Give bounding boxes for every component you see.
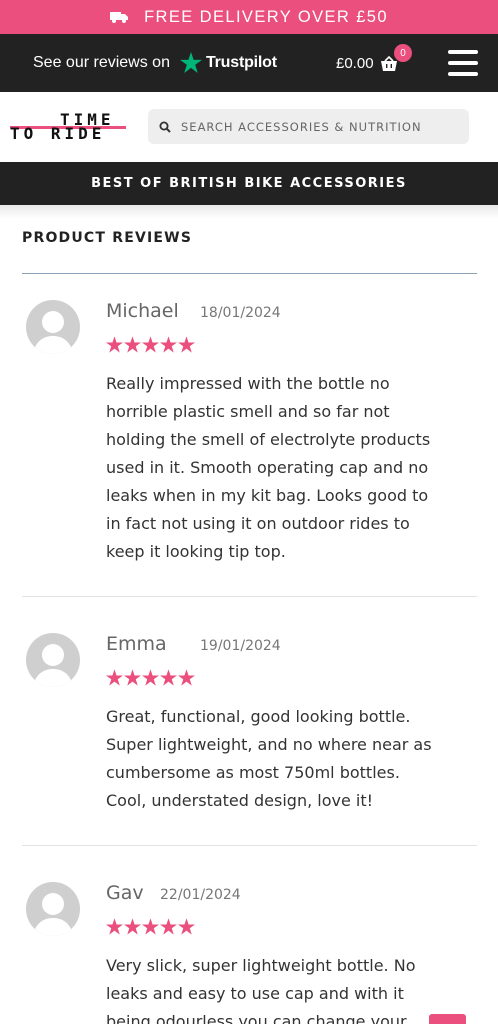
reviews-text: See our reviews on xyxy=(33,53,170,71)
promo-banner: FREE DELIVERY OVER £50 xyxy=(0,0,498,34)
review-text: Great, functional, good looking bottle. … xyxy=(106,703,466,815)
trustpilot-brand: Trustpilot xyxy=(205,53,277,71)
star-icon xyxy=(142,669,159,686)
trustpilot-link[interactable]: See our reviews on Trustpilot xyxy=(33,52,277,73)
promo-text: FREE DELIVERY OVER £50 xyxy=(144,7,388,26)
reviewer-name: Gav xyxy=(106,882,144,904)
review-line: Great, functional, good looking bottle. xyxy=(106,707,411,726)
review-date: 19/01/2024 xyxy=(200,638,281,654)
star-rating xyxy=(106,669,196,686)
review-text: Really impressed with the bottle no horr… xyxy=(106,370,466,566)
review-line: used in it. Smooth operating cap and no xyxy=(106,458,429,477)
star-icon xyxy=(178,669,195,686)
star-rating xyxy=(106,336,196,353)
cart-count-badge: 0 xyxy=(394,44,412,62)
search-input[interactable] xyxy=(181,119,441,134)
star-icon xyxy=(160,918,177,935)
star-rating xyxy=(106,918,196,935)
star-icon xyxy=(142,336,159,353)
review-line: leaks and easy to use cap and with it xyxy=(106,984,404,1003)
review-line: Super lightweight, and no where near as xyxy=(106,735,432,754)
site-logo[interactable]: TIME TO RIDE xyxy=(10,110,128,144)
review-line: holding the smell of electrolyte product… xyxy=(106,430,431,449)
star-icon xyxy=(142,918,159,935)
review-line: keep it looking tip top. xyxy=(106,542,286,561)
avatar xyxy=(26,633,80,687)
star-icon xyxy=(124,669,141,686)
review-line: cumbersome as most 750ml bottles. xyxy=(106,763,400,782)
review-line: horrible plastic smell and so far not xyxy=(106,402,390,421)
star-icon xyxy=(178,336,195,353)
review-text: Very slick, super lightweight bottle. No… xyxy=(106,952,466,1024)
review-date: 22/01/2024 xyxy=(160,887,241,903)
section-divider xyxy=(22,273,477,274)
reviewer-name: Emma xyxy=(106,633,167,655)
tagline-bar: BEST OF BRITISH BIKE ACCESSORIES xyxy=(0,162,498,205)
review-line: in fact not using it on outdoor rides to xyxy=(106,514,410,533)
truck-icon xyxy=(110,11,129,23)
cart-total: £0.00 xyxy=(336,55,374,72)
review-divider xyxy=(22,845,477,846)
trustpilot-star-icon xyxy=(180,52,202,73)
header-shadow xyxy=(0,205,498,219)
review-line: Really impressed with the bottle no xyxy=(106,374,390,393)
scroll-to-top-button[interactable] xyxy=(429,1014,466,1024)
star-icon xyxy=(106,918,123,935)
reviewer-name: Michael xyxy=(106,300,179,322)
tagline-text: BEST OF BRITISH BIKE ACCESSORIES xyxy=(91,176,407,191)
star-icon xyxy=(160,336,177,353)
star-icon xyxy=(124,918,141,935)
star-icon xyxy=(106,336,123,353)
section-title: PRODUCT REVIEWS xyxy=(22,230,193,246)
review-line: being odourless you can change your xyxy=(106,1012,407,1024)
review-date: 18/01/2024 xyxy=(200,305,281,321)
search-bar[interactable] xyxy=(148,109,469,144)
star-icon xyxy=(124,336,141,353)
review-divider xyxy=(22,596,477,597)
menu-icon[interactable] xyxy=(448,50,478,76)
logo-line-2: TO RIDE xyxy=(10,124,106,143)
avatar xyxy=(26,300,80,354)
top-bar: See our reviews on Trustpilot £0.00 xyxy=(0,34,498,92)
review-line: leaks when in my kit bag. Looks good to xyxy=(106,486,429,505)
star-icon xyxy=(178,918,195,935)
cart-button[interactable]: £0.00 xyxy=(336,55,398,72)
avatar xyxy=(26,882,80,936)
star-icon xyxy=(160,669,177,686)
star-icon xyxy=(106,669,123,686)
review-line: Cool, understated design, love it! xyxy=(106,791,374,810)
review-line: Very slick, super lightweight bottle. No xyxy=(106,956,416,975)
search-icon xyxy=(159,121,171,133)
